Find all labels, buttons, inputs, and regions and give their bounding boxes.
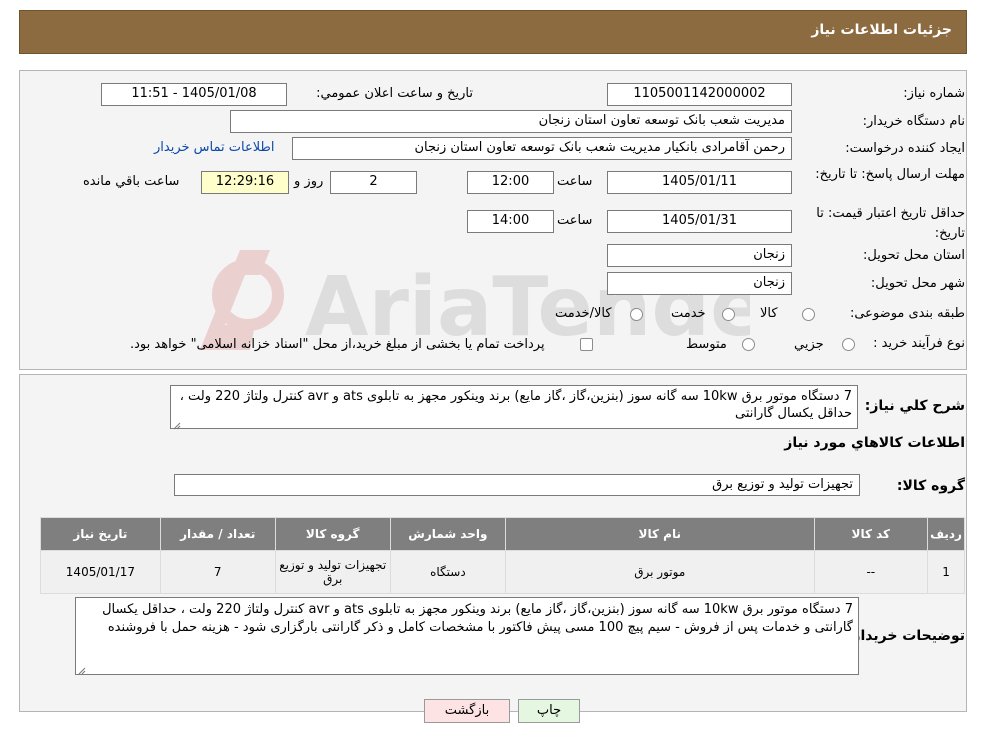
description-field[interactable]: 7 دستگاه موتور برق 10kw سه گانه سوز (بنز… [170,385,858,429]
col-header-date: تاریخ نیاز [40,517,161,551]
cell-code: -- [813,550,929,594]
print-button[interactable]: چاپ [518,699,580,723]
need-number-label: شماره نیاز: [903,86,965,101]
creator-field[interactable]: رحمن آقامرادی بانکیار مدیریت شعب بانک تو… [292,137,792,160]
buyer-notes-label: توضیحات خریدار: [846,628,965,644]
resize-grip-icon [173,419,181,430]
cell-row: 1 [927,550,965,594]
back-button[interactable]: بازگشت [424,699,510,723]
cell-unit: دستگاه [389,550,507,594]
remaining-time-label: ساعت باقي مانده [83,174,180,189]
province-label: استان محل تحویل: [863,248,965,263]
col-header-row: ردیف [927,517,965,551]
validity-time-label: ساعت [557,213,593,228]
reply-time-label: ساعت [557,174,593,189]
goods-group-label: گروه کالا: [896,478,965,494]
category-option-goods: کالا [760,306,778,321]
city-label: شهر محل تحویل: [870,276,965,291]
process-option-partial: جزیي [794,337,824,352]
category-radio-service[interactable] [722,308,735,321]
reply-time-field[interactable]: 12:00 [467,171,554,194]
category-option-goods-service: کالا/خدمت [555,306,612,321]
payment-note: پرداخت تمام یا بخشی از مبلغ خرید،از محل … [130,337,545,352]
cell-name: موتور برق [505,550,815,594]
process-radio-partial[interactable] [842,338,855,351]
announce-date-field[interactable]: 1405/01/08 - 11:51 [101,83,287,106]
col-header-group: گروه کالا [274,517,391,551]
cell-group: تجهیزات تولید و توزیع برق [274,550,391,594]
category-radio-goods[interactable] [802,308,815,321]
process-option-medium: متوسط [686,337,727,352]
col-header-name: نام کالا [505,517,815,551]
category-option-service: خدمت [671,306,706,321]
announce-date-label: تاریخ و ساعت اعلان عمومي: [316,86,473,101]
buyer-notes-field[interactable]: 7 دستگاه موتور برق 10kw سه گانه سوز (بنز… [75,597,859,675]
process-radio-medium[interactable] [742,338,755,351]
city-field[interactable]: زنجان [607,272,792,295]
creator-label: ایجاد کننده درخواست: [845,141,965,156]
page-header: جزئیات اطلاعات نیاز [19,10,967,54]
table-row[interactable]: 1 -- موتور برق دستگاه تجهیزات تولید و تو… [40,550,965,594]
payment-checkbox[interactable] [580,338,593,351]
buyer-contact-link[interactable]: اطلاعات تماس خریدار [154,140,274,155]
goods-group-field[interactable]: تجهیزات تولید و توزیع برق [174,474,860,496]
category-label: طبقه بندی موضوعی: [849,306,965,321]
days-field[interactable]: 2 [330,171,417,194]
page-title: جزئیات اطلاعات نیاز [811,22,952,38]
process-label: نوع فرآیند خرید : [873,336,965,351]
cell-qty: 7 [159,550,276,594]
col-header-code: کد کالا [813,517,929,551]
province-field[interactable]: زنجان [607,244,792,267]
goods-table: ردیف کد کالا نام کالا واحد شمارش گروه کا… [40,517,965,594]
reply-date-field[interactable]: 1405/01/11 [607,171,792,194]
need-number-field[interactable]: 1105001142000002 [607,83,792,106]
validity-time-field[interactable]: 14:00 [467,210,554,233]
col-header-unit: واحد شمارش [389,517,507,551]
price-validity-label: حداقل تاریخ اعتبار قیمت: تا تاریخ: [816,206,965,241]
remaining-time-field: 12:29:16 [201,171,289,194]
col-header-qty: تعداد / مقدار [159,517,276,551]
buyer-org-label: نام دستگاه خریدار: [862,114,965,129]
days-label: روز و [294,174,324,189]
goods-info-title: اطلاعات کالاهاي مورد نیاز [784,435,965,451]
description-label: شرح کلي نیاز: [864,398,965,414]
resize-grip-icon [78,664,86,675]
category-radio-goods-service[interactable] [630,308,643,321]
reply-deadline-label: مهلت ارسال پاسخ: تا تاریخ: [815,167,965,182]
cell-date: 1405/01/17 [40,550,161,594]
buyer-org-field[interactable]: مدیریت شعب بانک توسعه تعاون استان زنجان [230,110,792,133]
validity-date-field[interactable]: 1405/01/31 [607,210,792,233]
